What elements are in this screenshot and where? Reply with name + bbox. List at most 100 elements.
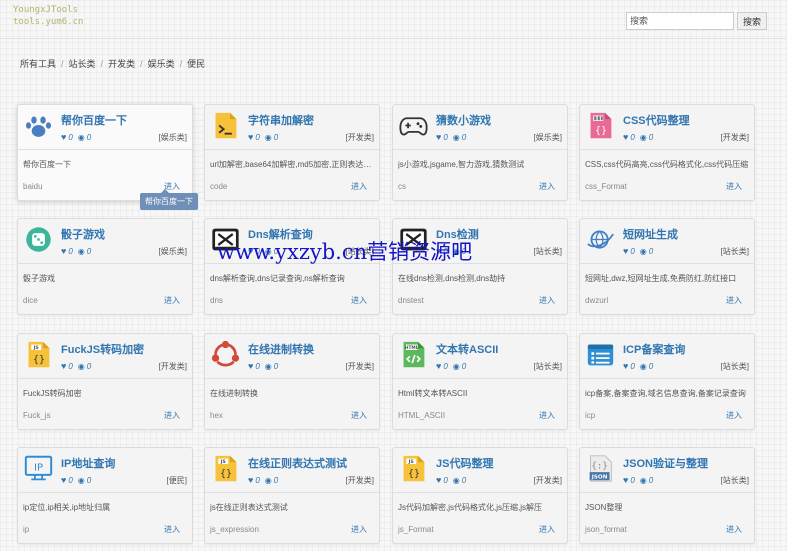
tool-title[interactable]: 在线正则表达式测试 (248, 455, 347, 471)
category-tag[interactable]: [开发类] (346, 132, 374, 143)
category-tag[interactable]: [开发类] (346, 361, 374, 372)
heart-icon[interactable]: ♥ (248, 361, 253, 371)
heart-icon[interactable]: ♥ (623, 361, 628, 371)
category-tag[interactable]: [开发类] (534, 475, 562, 486)
nav-entertainment[interactable]: 娱乐类 (148, 57, 175, 70)
tool-card-ip[interactable]: IP IP地址查询 ♥ 0 ◉ 0 [便民] ip定位,ip相关,ip地址归属 ip 进入 (17, 447, 193, 544)
tool-card-code[interactable]: 字符串加解密 ♥ 0 ◉ 0 [开发类] url加解密,base64加解密,md5加密,正则… (204, 104, 380, 201)
heart-icon[interactable]: ♥ (436, 475, 441, 485)
tool-card-dwzurl[interactable]: 短网址生成 ♥ 0 ◉ 0 [站长类] 短网址,dwz,短网址生成,免费防红,防红接口 dwz… (579, 218, 755, 315)
share-nodes-icon (211, 340, 240, 369)
tool-title[interactable]: ICP备案查询 (623, 341, 685, 357)
nav-convenience[interactable]: 便民 (187, 57, 205, 70)
heart-icon[interactable]: ♥ (61, 361, 66, 371)
heart-icon[interactable]: ♥ (623, 246, 628, 256)
heart-icon[interactable]: ♥ (61, 132, 66, 142)
like-count: 0 (443, 361, 448, 371)
tool-title[interactable]: CSS代码整理 (623, 112, 690, 128)
tool-code: js_expression (210, 525, 259, 534)
enter-link[interactable]: 进入 (726, 410, 742, 421)
tool-stats: ♥ 0 ◉ 0 (623, 132, 653, 142)
category-tag[interactable]: [便民] (167, 475, 187, 486)
view-count: 0 (461, 132, 467, 142)
heart-icon[interactable]: ♥ (436, 132, 441, 142)
heart-icon[interactable]: ♥ (248, 132, 253, 142)
tool-code: icp (585, 411, 596, 420)
tool-title[interactable]: 字符串加解密 (248, 112, 314, 128)
category-tag[interactable]: [娱乐类] (534, 132, 562, 143)
nav-webmaster[interactable]: 站长类 (69, 57, 96, 70)
category-tag[interactable]: [站长类] (721, 246, 749, 257)
tool-title[interactable]: 骰子游戏 (61, 226, 105, 242)
tool-title[interactable]: JS代码整理 (436, 455, 493, 471)
heart-icon[interactable]: ♥ (623, 132, 628, 142)
category-tag[interactable]: [站长类] (534, 246, 562, 257)
tool-title[interactable]: 帮你百度一下 (61, 112, 127, 128)
category-tag[interactable]: [站长类] (721, 361, 749, 372)
tool-card-dnstest[interactable]: Dns检测 ♥ 0 ◉ 0 [站长类] 在线dns检测,dns检测,dns劫持 dnstest… (392, 218, 568, 315)
enter-link[interactable]: 进入 (539, 181, 555, 192)
globe-icon (586, 225, 615, 254)
tool-title[interactable]: IP地址查询 (61, 455, 115, 471)
tool-card-json-format[interactable]: {:} JSON JSON验证与整理 ♥ 0 ◉ 0 [站长类] JSON整理 json_form… (579, 447, 755, 544)
enter-link[interactable]: 进入 (164, 410, 180, 421)
site-logo[interactable]: YoungxJTools tools.yum6.cn (13, 4, 83, 28)
nav-all-tools[interactable]: 所有工具 (20, 57, 56, 70)
enter-link[interactable]: 进入 (726, 295, 742, 306)
tool-title[interactable]: 在线进制转换 (248, 341, 314, 357)
category-tag[interactable]: [站长类] (721, 475, 749, 486)
enter-link[interactable]: 进入 (726, 524, 742, 535)
tool-card-css-format[interactable]: {} CSS代码整理 ♥ 0 ◉ 0 [开发类] CSS,css代码高亮,css代码格式化,c… (579, 104, 755, 201)
card-divider (580, 263, 754, 264)
like-count: 0 (68, 246, 73, 256)
css-file-icon: {} (586, 111, 615, 140)
tool-card-cs[interactable]: 猜数小游戏 ♥ 0 ◉ 0 [娱乐类] js小游戏,jsgame,智力游戏,猜数测试 cs 进入 (392, 104, 568, 201)
category-tag[interactable]: [开发类] (721, 132, 749, 143)
heart-icon[interactable]: ♥ (623, 475, 628, 485)
heart-icon[interactable]: ♥ (436, 361, 441, 371)
enter-link[interactable]: 进入 (539, 410, 555, 421)
tool-code: dnstest (398, 296, 424, 305)
enter-link[interactable]: 进入 (539, 295, 555, 306)
enter-link[interactable]: 进入 (351, 295, 367, 306)
like-count: 0 (68, 132, 73, 142)
enter-link[interactable]: 进入 (164, 524, 180, 535)
tool-title[interactable]: 猜数小游戏 (436, 112, 491, 128)
tool-card-icp[interactable]: ICP备案查询 ♥ 0 ◉ 0 [站长类] icp备案,备案查询,域名信息查询,备案记录查询… (579, 333, 755, 430)
tool-title[interactable]: 文本转ASCII (436, 341, 498, 357)
heart-icon[interactable]: ♥ (61, 475, 66, 485)
tool-stats: ♥ 0 ◉ 0 (436, 361, 466, 371)
search-button[interactable]: 搜索 (737, 12, 768, 30)
tool-card-dice[interactable]: 骰子游戏 ♥ 0 ◉ 0 [娱乐类] 骰子游戏 dice 进入 (17, 218, 193, 315)
nav-development[interactable]: 开发类 (108, 57, 135, 70)
tool-stats: ♥ 0 ◉ 0 (623, 246, 653, 256)
enter-link[interactable]: 进入 (351, 181, 367, 192)
heart-icon[interactable]: ♥ (61, 246, 66, 256)
category-tag[interactable]: [站长类] (534, 361, 562, 372)
tool-code: css_Format (585, 182, 627, 191)
tool-title[interactable]: FuckJS转码加密 (61, 341, 144, 357)
heart-icon[interactable]: ♥ (248, 475, 253, 485)
enter-link[interactable]: 进入 (164, 295, 180, 306)
category-tag[interactable]: [娱乐类] (159, 246, 187, 257)
enter-link[interactable]: 进入 (351, 410, 367, 421)
tool-card-dns[interactable]: Dns解析查询 ♥ 0 ◉ 0 [站长类] dns解析查询,dns记录查询,ns解析查询 dn… (204, 218, 380, 315)
category-tag[interactable]: [开发类] (159, 361, 187, 372)
tool-card-baidu[interactable]: 帮你百度一下 ♥ 0 ◉ 0 [娱乐类] 帮你百度一下 baidu 进入 (17, 104, 193, 201)
tool-title[interactable]: 短网址生成 (623, 226, 678, 242)
hover-tooltip: 帮你百度一下 (140, 189, 198, 210)
eye-icon: ◉ (639, 361, 647, 371)
enter-link[interactable]: 进入 (539, 524, 555, 535)
tool-card-js-format[interactable]: JS{} JS代码整理 ♥ 0 ◉ 0 [开发类] Js代码加解密,js代码格式化,js压缩,… (392, 447, 568, 544)
tool-card-html-ascii[interactable]: HTML 文本转ASCII ♥ 0 ◉ 0 [站长类] Html转文本转ASCII HTML_A… (392, 333, 568, 430)
enter-link[interactable]: 进入 (726, 181, 742, 192)
tool-title[interactable]: JSON验证与整理 (623, 455, 708, 471)
tool-card-js-expression[interactable]: JS{} 在线正则表达式测试 ♥ 0 ◉ 0 [开发类] js在线正则表达式测试 js_expr… (204, 447, 380, 544)
ip-monitor-icon: IP (24, 454, 53, 483)
enter-link[interactable]: 进入 (351, 524, 367, 535)
tool-card-hex[interactable]: 在线进制转换 ♥ 0 ◉ 0 [开发类] 在线进制转换 hex 进入 (204, 333, 380, 430)
search-input[interactable] (626, 12, 734, 30)
tool-card-fuck-js[interactable]: JS{} FuckJS转码加密 ♥ 0 ◉ 0 [开发类] FuckJS转码加密 Fuck_js… (17, 333, 193, 430)
category-tag[interactable]: [娱乐类] (159, 132, 187, 143)
category-tag[interactable]: [开发类] (346, 475, 374, 486)
